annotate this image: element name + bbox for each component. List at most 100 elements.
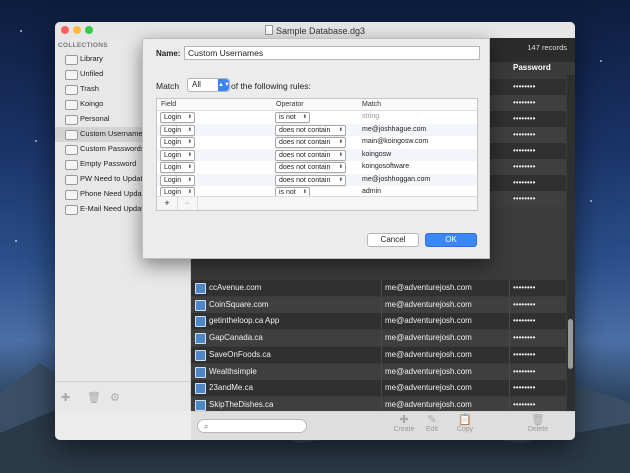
- collections-header: COLLECTIONS: [58, 42, 108, 49]
- match-select-value: All: [192, 80, 201, 89]
- operator-popup[interactable]: is not ⬍: [275, 112, 310, 123]
- table-row[interactable]: Wealthsimple me@adventurejosh.com ••••••••: [191, 363, 566, 380]
- operator-column-header: Operator: [276, 101, 304, 108]
- copy-button[interactable]: 📋 Copy: [448, 414, 482, 433]
- remove-rule-button[interactable]: −: [177, 197, 198, 210]
- smart-folder-icon: [65, 160, 78, 170]
- cancel-button[interactable]: Cancel: [367, 233, 419, 247]
- password-cell: ••••••••: [513, 162, 536, 171]
- chevron-updown-icon: ⬍: [187, 126, 192, 133]
- operator-popup-value: does not contain: [279, 151, 331, 159]
- table-row[interactable]: 23andMe.ca me@adventurejosh.com ••••••••: [191, 380, 566, 397]
- sidebar-item-label: Koingo: [80, 99, 104, 108]
- table-row[interactable]: CoinSquare.com me@adventurejosh.com ••••••…: [191, 296, 566, 313]
- star: [15, 240, 17, 242]
- star: [600, 60, 602, 62]
- field-popup-value: Login: [164, 139, 182, 146]
- password-cell: ••••••••: [513, 283, 536, 292]
- search-field[interactable]: ⌕: [197, 419, 307, 433]
- password-cell: ••••••••: [513, 146, 536, 155]
- table-row[interactable]: ccAvenue.com me@adventurejosh.com ••••••••: [191, 280, 566, 296]
- record-icon: [195, 366, 206, 378]
- table-row[interactable]: SaveOnFoods.ca me@adventurejosh.com ••••••…: [191, 346, 566, 363]
- column-separator: [509, 280, 510, 296]
- match-value-field[interactable]: koingosoftware: [362, 163, 409, 170]
- bottom-toolbar: ⌕ ✚ Create ✎ Edit 📋 Copy 🗑 Delete: [191, 411, 575, 440]
- sidebar-item-label: Custom Passwords: [80, 144, 145, 153]
- password-cell: ••••••••: [513, 349, 536, 359]
- password-cell: ••••••••: [513, 194, 536, 203]
- add-collection-icon[interactable]: ✚: [61, 391, 70, 404]
- ok-button[interactable]: OK: [425, 233, 477, 247]
- column-separator: [381, 330, 382, 347]
- password-column-header[interactable]: Password: [513, 63, 551, 72]
- rule-row: Login ⬍ does not contain ⬍ me@joshhague.com: [157, 123, 477, 136]
- table-row[interactable]: getintheloop.ca App me@adventurejosh.com •…: [191, 313, 566, 330]
- match-value-field[interactable]: me@joshhague.com: [362, 126, 426, 133]
- sidebar-item-label: Custom Usernames: [80, 129, 147, 138]
- rules-table-header: Field Operator Match: [157, 99, 477, 111]
- match-select[interactable]: All ▲▼: [187, 78, 230, 92]
- title-bar: Sample Database.dg3: [55, 22, 575, 39]
- operator-popup[interactable]: does not contain ⬍: [275, 124, 346, 136]
- login-cell: me@adventurejosh.com: [385, 333, 472, 343]
- name-cell: GapCanada.ca: [209, 333, 263, 343]
- operator-popup[interactable]: does not contain ⬍: [275, 149, 346, 161]
- field-popup[interactable]: Login ⬍: [160, 137, 195, 148]
- field-popup[interactable]: Login ⬍: [160, 149, 195, 161]
- operator-popup-value: does not contain: [279, 164, 331, 171]
- match-label: Match: [156, 81, 180, 91]
- match-value-field[interactable]: koingosw: [362, 151, 391, 158]
- record-icon: [195, 333, 206, 345]
- smart-folder-icon: [65, 145, 78, 155]
- chevron-updown-icon: ⬍: [338, 126, 343, 133]
- operator-popup[interactable]: does not contain ⬍: [275, 137, 346, 148]
- library-icon: [65, 55, 78, 65]
- clipboard-icon: 📋: [458, 414, 472, 426]
- rules-table: Field Operator Match Login ⬍ is not ⬍ string…: [156, 98, 478, 211]
- vertical-scroll-thumb[interactable]: [568, 319, 573, 369]
- match-value-field[interactable]: me@joshhoggan.com: [362, 176, 430, 183]
- delete-button[interactable]: 🗑 Delete: [521, 414, 555, 433]
- field-popup[interactable]: Login ⬍: [160, 174, 195, 186]
- column-separator: [381, 313, 382, 330]
- match-value-field[interactable]: main@koingosw.com: [362, 138, 428, 145]
- rule-row: Login ⬍ is not ⬍ string: [157, 111, 477, 123]
- edit-button[interactable]: ✎ Edit: [415, 414, 449, 433]
- name-input[interactable]: Custom Usernames: [184, 46, 480, 60]
- field-popup-value: Login: [164, 126, 182, 134]
- chevron-updown-icon: ⬍: [187, 151, 192, 158]
- star: [590, 200, 592, 202]
- copy-label: Copy: [456, 426, 474, 433]
- add-rule-button[interactable]: +: [157, 197, 178, 210]
- match-value-field[interactable]: admin: [362, 188, 381, 195]
- password-cell: ••••••••: [513, 130, 536, 139]
- operator-popup[interactable]: does not contain ⬍: [275, 162, 346, 173]
- sidebar-item-label: Library: [80, 54, 103, 63]
- star: [20, 30, 22, 32]
- tray-icon: [65, 70, 78, 80]
- field-popup[interactable]: Login ⬍: [160, 162, 195, 173]
- login-cell: me@adventurejosh.com: [385, 299, 472, 309]
- name-cell: getintheloop.ca App: [209, 316, 280, 326]
- delete-label: Delete: [527, 426, 549, 433]
- trash-icon: [65, 85, 78, 95]
- chevron-updown-icon: ⬍: [338, 139, 343, 145]
- field-column-header: Field: [161, 101, 177, 108]
- operator-popup-value: is not: [279, 189, 296, 196]
- chevron-updown-icon: ⬍: [338, 151, 343, 158]
- name-cell: SkipTheDishes.ca: [209, 399, 274, 409]
- match-value-field[interactable]: string: [362, 113, 379, 120]
- column-separator: [381, 346, 382, 363]
- gear-icon[interactable]: ⚙: [110, 391, 120, 404]
- field-popup[interactable]: Login ⬍: [160, 112, 195, 123]
- table-row[interactable]: GapCanada.ca me@adventurejosh.com ••••••••: [191, 330, 566, 347]
- sidebar-item-label: Empty Password: [80, 159, 137, 168]
- operator-popup[interactable]: does not contain ⬍: [275, 174, 346, 186]
- name-label: Name:: [156, 49, 181, 58]
- rule-row: Login ⬍ does not contain ⬍ koingosoftware: [157, 161, 477, 173]
- record-icon: [195, 299, 206, 311]
- rule-row: Login ⬍ does not contain ⬍ koingosw: [157, 148, 477, 161]
- field-popup[interactable]: Login ⬍: [160, 124, 195, 136]
- trash-collection-icon[interactable]: 🗑: [87, 391, 101, 404]
